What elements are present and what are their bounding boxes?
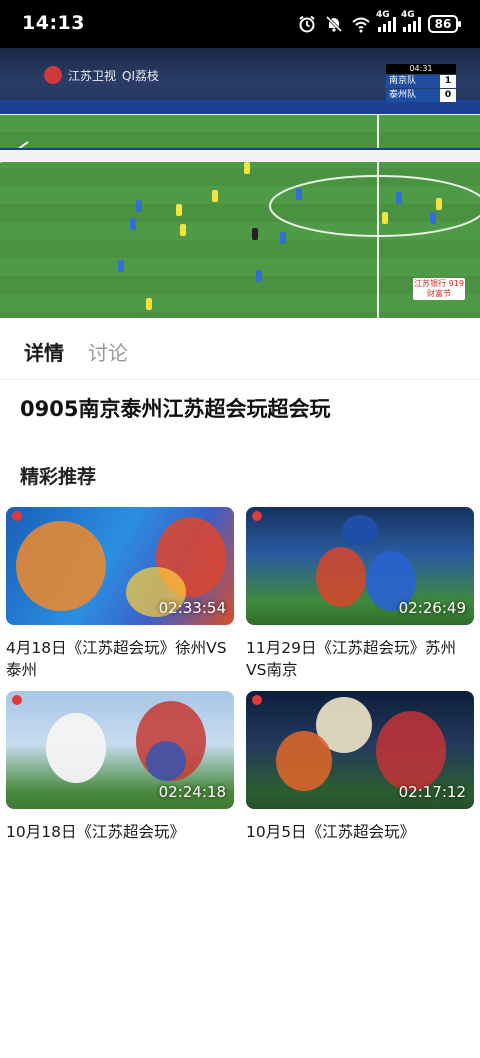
signal-icon: 4G — [376, 10, 396, 32]
thumbnail-logo — [252, 695, 262, 705]
player — [396, 192, 402, 204]
app-logo-text: QI荔枝 — [122, 68, 160, 83]
tab-discussion[interactable]: 讨论 — [88, 337, 128, 366]
player — [130, 218, 136, 230]
channel-logo-text: 江苏卫视 — [68, 68, 117, 83]
thumbnail-logo — [12, 511, 22, 521]
recommendation-card[interactable]: 02:17:12 10月5日《江苏超会玩》 — [246, 691, 474, 843]
player — [146, 298, 152, 310]
video-player[interactable]: 江苏卫视 QI荔枝 04:31 南京队 1 泰州队 0 江苏银行 919财富节 — [0, 48, 480, 318]
tab-bar: 详情 讨论 — [0, 318, 480, 380]
away-score: 0 — [440, 89, 456, 102]
thumbnail-logo — [12, 695, 22, 705]
channel-logo: 江苏卫视 QI荔枝 — [44, 66, 159, 84]
mute-icon — [325, 15, 343, 33]
player — [252, 228, 258, 240]
match-clock: 04:31 — [386, 64, 456, 74]
recommendations-heading: 精彩推荐 — [20, 466, 97, 488]
sponsor-logo: 江苏银行 919财富节 — [413, 278, 465, 300]
video-duration: 02:24:18 — [158, 783, 226, 801]
video-duration: 02:33:54 — [158, 599, 226, 617]
network-type-label: 4G — [376, 10, 390, 20]
jiangsu-tv-icon — [44, 66, 62, 84]
player — [280, 232, 286, 244]
card-title[interactable]: 10月18日《江苏超会玩》 — [6, 821, 234, 843]
status-icons: 4G 4G 86 — [297, 10, 461, 36]
player — [176, 204, 182, 216]
ad-board — [0, 100, 480, 114]
recommendation-card[interactable]: 02:24:18 10月18日《江苏超会玩》 — [6, 691, 234, 843]
pitch — [0, 113, 480, 318]
player — [436, 198, 442, 210]
signal-icon: 4G — [401, 10, 421, 32]
player — [180, 224, 186, 236]
player — [136, 200, 142, 212]
video-thumbnail[interactable]: 02:33:54 — [6, 507, 234, 625]
away-team: 泰州队 — [386, 89, 440, 102]
video-thumbnail[interactable]: 02:26:49 — [246, 507, 474, 625]
status-bar: 14:13 4G 4G 86 — [0, 0, 480, 48]
battery-level: 86 — [434, 17, 452, 31]
alarm-icon — [299, 15, 315, 33]
wifi-icon — [352, 17, 370, 33]
ad-board — [0, 148, 480, 162]
player — [244, 162, 250, 174]
thumbnail-logo — [252, 511, 262, 521]
player — [118, 260, 124, 272]
pitch-lines — [0, 113, 480, 318]
video-duration: 02:17:12 — [398, 783, 466, 801]
home-score: 1 — [440, 75, 456, 88]
card-title[interactable]: 4月18日《江苏超会玩》徐州VS泰州 — [6, 637, 234, 681]
recommendation-card[interactable]: 02:33:54 4月18日《江苏超会玩》徐州VS泰州 — [6, 507, 234, 681]
card-title[interactable]: 11月29日《江苏超会玩》苏州VS南京 — [246, 637, 474, 681]
recommendation-card[interactable]: 02:26:49 11月29日《江苏超会玩》苏州VS南京 — [246, 507, 474, 681]
status-time: 14:13 — [22, 12, 85, 34]
video-thumbnail[interactable]: 02:24:18 — [6, 691, 234, 809]
home-team: 南京队 — [386, 75, 440, 88]
tab-details[interactable]: 详情 — [24, 337, 64, 366]
player — [382, 212, 388, 224]
battery-icon: 86 — [428, 15, 461, 33]
player — [430, 212, 436, 224]
network-type-label: 4G — [401, 10, 415, 20]
player — [296, 188, 302, 200]
video-thumbnail[interactable]: 02:17:12 — [246, 691, 474, 809]
scoreboard: 04:31 南京队 1 泰州队 0 — [386, 64, 456, 102]
video-title: 0905南京泰州江苏超会玩超会玩 — [20, 397, 331, 421]
card-title[interactable]: 10月5日《江苏超会玩》 — [246, 821, 474, 843]
player — [212, 190, 218, 202]
video-duration: 02:26:49 — [398, 599, 466, 617]
player — [256, 270, 262, 282]
